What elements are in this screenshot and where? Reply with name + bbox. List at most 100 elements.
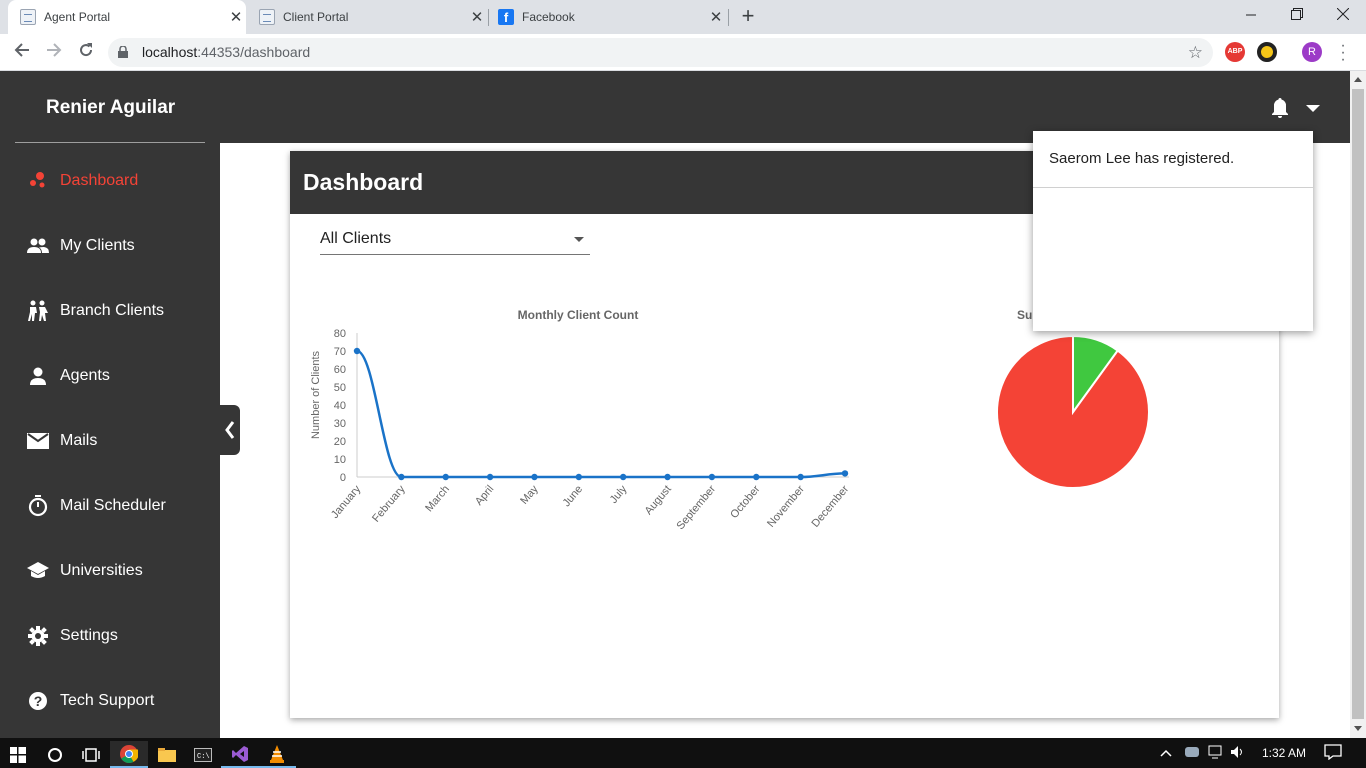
extension-icon[interactable]	[1257, 42, 1277, 62]
adblock-icon[interactable]: ABP	[1225, 42, 1245, 62]
sidebar-collapse-button[interactable]	[220, 405, 240, 455]
new-tab-button[interactable]: +	[737, 5, 759, 27]
sidebar-item-universities[interactable]: Universities	[0, 551, 220, 591]
chart-title: Su	[1017, 308, 1032, 322]
x-tick-label: February	[370, 483, 408, 525]
tab-title: Client Portal	[283, 10, 349, 24]
notification-item[interactable]: Saerom Lee has registered.	[1033, 131, 1313, 188]
close-icon[interactable]: ✕	[467, 8, 487, 26]
clock-time[interactable]: 1:32 AM	[1262, 746, 1306, 760]
y-tick-label: 50	[334, 382, 346, 394]
document-icon	[20, 9, 36, 25]
restore-button[interactable]	[1274, 0, 1320, 32]
chevron-left-icon	[225, 421, 235, 439]
action-center-icon[interactable]	[1324, 744, 1342, 763]
y-tick-label: 20	[334, 436, 346, 448]
tab-facebook[interactable]: f Facebook ✕	[490, 0, 726, 34]
facebook-icon: f	[498, 9, 514, 25]
folder-icon	[158, 747, 176, 762]
data-point	[531, 473, 538, 481]
network-icon[interactable]	[1208, 745, 1224, 762]
sidebar-item-label: Mails	[60, 432, 98, 449]
onedrive-icon[interactable]	[1184, 745, 1200, 762]
taskbar-file-explorer[interactable]	[148, 741, 186, 768]
y-tick-label: 80	[334, 328, 346, 340]
sidebar-item-agents[interactable]: Agents	[0, 356, 220, 396]
sidebar: Renier Aguilar Dashboard My Clients Bran…	[0, 71, 220, 738]
x-tick-label: May	[518, 483, 541, 507]
forward-button[interactable]	[42, 40, 66, 64]
x-tick-label: August	[643, 483, 674, 517]
y-tick-label: 70	[334, 346, 346, 358]
app-root: Renier Aguilar Dashboard My Clients Bran…	[0, 71, 1350, 738]
sidebar-item-dashboard[interactable]: Dashboard	[0, 161, 220, 201]
document-icon	[259, 9, 275, 25]
chart-title: Monthly Client Count	[518, 308, 639, 322]
sidebar-item-tech-support[interactable]: ? Tech Support	[0, 681, 220, 721]
data-point	[398, 473, 405, 481]
tab-client-portal[interactable]: Client Portal ✕	[251, 0, 487, 34]
dashboard-icon	[26, 169, 50, 193]
sidebar-item-my-clients[interactable]: My Clients	[0, 226, 220, 266]
svg-text:C:\: C:\	[197, 753, 210, 761]
y-tick-label: 0	[340, 472, 346, 484]
help-icon: ?	[26, 689, 50, 713]
y-tick-label: 10	[334, 454, 346, 466]
close-icon[interactable]: ✕	[706, 8, 726, 26]
bookmark-star-icon[interactable]: ☆	[1188, 38, 1203, 67]
search-button[interactable]	[36, 741, 74, 768]
data-point	[353, 347, 361, 355]
chrome-icon	[120, 744, 138, 763]
taskbar-command-prompt[interactable]: C:\	[184, 741, 222, 768]
reload-button[interactable]	[74, 40, 98, 64]
taskbar-vlc[interactable]	[258, 741, 296, 768]
close-icon	[1336, 7, 1350, 21]
account-dropdown-caret-icon[interactable]	[1306, 105, 1320, 112]
sidebar-item-settings[interactable]: Settings	[0, 616, 220, 656]
visual-studio-icon	[232, 745, 248, 762]
task-view-button[interactable]	[72, 741, 110, 768]
scroll-up-arrow-icon[interactable]	[1354, 77, 1362, 82]
windows-icon	[10, 746, 26, 763]
scrollbar-thumb[interactable]	[1352, 89, 1364, 719]
tab-separator	[728, 9, 729, 26]
browser-menu-icon[interactable]: · · ·	[1338, 38, 1348, 68]
client-filter-select[interactable]: All Clients	[320, 230, 590, 255]
data-point	[664, 473, 671, 481]
sidebar-item-label: Tech Support	[60, 692, 155, 709]
data-point	[841, 470, 849, 477]
sidebar-item-mail-scheduler[interactable]: Mail Scheduler	[0, 486, 220, 526]
timer-icon	[26, 494, 50, 518]
data-point	[797, 473, 804, 481]
data-point	[442, 473, 449, 481]
volume-icon[interactable]	[1230, 745, 1246, 762]
person-icon	[26, 364, 50, 388]
sidebar-item-label: Settings	[60, 627, 118, 644]
url-path: :44353/dashboard	[197, 44, 311, 60]
close-window-button[interactable]	[1320, 0, 1366, 32]
close-icon[interactable]: ✕	[226, 8, 246, 26]
sidebar-item-mails[interactable]: Mails	[0, 421, 220, 461]
address-bar[interactable]: localhost:44353/dashboard ☆	[108, 38, 1213, 67]
x-tick-label: December	[809, 483, 851, 530]
series-line	[356, 349, 846, 479]
back-button[interactable]	[10, 40, 34, 64]
windows-taskbar: C:\ 1:32 AM	[0, 738, 1366, 768]
sidebar-item-label: Dashboard	[60, 172, 139, 189]
x-tick-label: April	[473, 483, 496, 508]
y-tick-label: 60	[334, 364, 346, 376]
bell-icon[interactable]	[1268, 96, 1292, 120]
page-scrollbar[interactable]	[1350, 71, 1366, 738]
tab-agent-portal[interactable]: Agent Portal ✕	[8, 0, 246, 34]
profile-avatar[interactable]: R	[1302, 42, 1322, 62]
taskbar-visual-studio[interactable]	[221, 741, 259, 768]
scroll-down-arrow-icon[interactable]	[1354, 726, 1362, 731]
x-tick-label: July	[608, 483, 630, 506]
sidebar-item-label: My Clients	[60, 237, 135, 254]
sidebar-item-branch-clients[interactable]: Branch Clients	[0, 291, 220, 331]
start-button[interactable]	[0, 741, 36, 768]
minimize-button[interactable]	[1228, 0, 1274, 32]
taskbar-chrome[interactable]	[110, 741, 148, 768]
mail-icon	[26, 429, 50, 453]
show-hidden-icons-chevron-up-icon[interactable]	[1160, 746, 1172, 760]
